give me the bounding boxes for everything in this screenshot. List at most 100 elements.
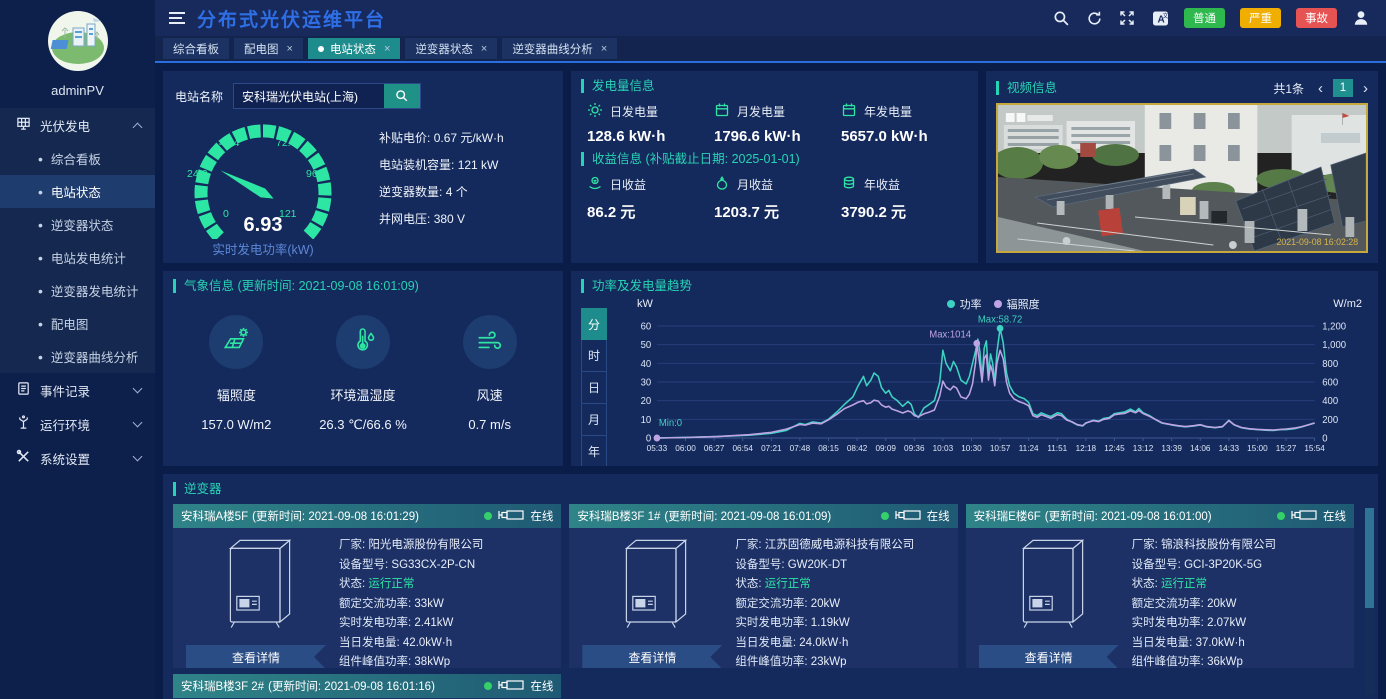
sidebar: adminPV 光伏发电 • 综合看板 • 电站状态 • 逆变器状态 • 电站发电统计 … (0, 0, 155, 699)
yearly-income: 年收益 3790.2 元 (841, 175, 968, 222)
legend-label[interactable]: 辐照度 (1007, 296, 1040, 312)
station-search-button[interactable] (384, 84, 421, 108)
svg-text:12:18: 12:18 (1076, 443, 1097, 453)
field-realtime: 实时发电功率: 2.07kW (1131, 617, 1247, 629)
range-tabs: 分 时 日 月 年 (581, 308, 607, 466)
thermometer-icon (348, 326, 378, 359)
svg-text:14:06: 14:06 (1190, 443, 1211, 453)
active-dot-icon (317, 45, 324, 52)
svg-text:600: 600 (1322, 377, 1338, 388)
alarm-badge-serious[interactable]: 严重 (1240, 8, 1281, 28)
video-frame[interactable]: 2021-09-08 16:02:28 (996, 103, 1368, 253)
close-icon[interactable]: × (287, 43, 293, 55)
chevron-down-icon (132, 383, 143, 394)
online-dot-icon (880, 512, 889, 520)
field-rated: 额定交流功率: 20kW (735, 597, 841, 610)
tab-distribution-diagram[interactable]: 配电图 × (234, 38, 303, 59)
app-root: adminPV 光伏发电 • 综合看板 • 电站状态 • 逆变器状态 • 电站发电统计 … (0, 0, 1386, 699)
tab-inverter-curve[interactable]: 逆变器曲线分析 × (502, 38, 618, 59)
sidebar-item-station-stats[interactable]: • 电站发电统计 (0, 241, 155, 274)
generation-title: 发电量信息 (581, 79, 968, 93)
svg-text:15:54: 15:54 (1304, 443, 1325, 453)
page-number[interactable]: 1 (1333, 79, 1353, 97)
sidebar-item-inverter-status[interactable]: • 逆变器状态 (0, 208, 155, 241)
svg-text:08:15: 08:15 (818, 443, 839, 453)
video-title: 视频信息 (996, 81, 1057, 95)
svg-text:11:51: 11:51 (1047, 443, 1067, 453)
app-logo (47, 10, 109, 75)
weather-title: 气象信息 (更新时间: 2021-09-08 16:01:09) (173, 279, 553, 293)
translate-icon[interactable]: A文 (1151, 9, 1169, 27)
svg-text:Max:1014: Max:1014 (929, 329, 971, 340)
station-search-label: 电站名称 (175, 89, 224, 104)
close-icon[interactable]: × (384, 43, 390, 55)
refresh-icon[interactable] (1085, 9, 1103, 27)
svg-text:Min:0: Min:0 (659, 418, 683, 429)
view-details-button[interactable]: 查看详情 (186, 645, 326, 668)
alarm-badge-normal[interactable]: 普通 (1184, 8, 1225, 28)
fullscreen-icon[interactable] (1118, 9, 1136, 27)
tab-station-status[interactable]: 电站状态 × (307, 38, 401, 59)
gauge-tick: 48.4 (219, 137, 240, 149)
gauge-caption: 实时发电功率(kW) (212, 243, 314, 257)
field-realtime: 实时发电功率: 2.41kW (339, 617, 454, 629)
prev-icon[interactable]: ‹ (1318, 81, 1323, 96)
view-details-button[interactable]: 查看详情 (582, 645, 722, 668)
svg-text:10:57: 10:57 (990, 443, 1011, 453)
inverter-name: 安科瑞B楼3F 2# (181, 681, 265, 693)
svg-text:10: 10 (641, 415, 652, 426)
inverter-scrollbar[interactable] (1365, 508, 1374, 695)
search-icon[interactable] (1052, 9, 1070, 27)
power-legend-dot (946, 300, 955, 308)
range-tab-year[interactable]: 年 (581, 436, 607, 466)
range-tab-day[interactable]: 日 (581, 372, 607, 404)
svg-text:15:00: 15:00 (1247, 443, 1268, 453)
daily-generation: 日发电量 128.6 kW·h (587, 102, 714, 145)
field-state: 状态: 运行正常 (735, 578, 811, 590)
coin-hand-icon (587, 175, 603, 194)
alarm-badge-accident[interactable]: 事故 (1296, 8, 1337, 28)
user-icon[interactable] (1352, 9, 1370, 27)
trend-title: 功率及发电量趋势 (581, 279, 1368, 293)
next-icon[interactable]: › (1363, 81, 1368, 96)
range-tab-month[interactable]: 月 (581, 404, 607, 436)
menu-toggle-icon[interactable] (169, 12, 185, 24)
legend-label[interactable]: 功率 (960, 296, 982, 312)
inverter-name: 安科瑞A楼5F (181, 511, 249, 523)
sidebar-item-event-records[interactable]: 事件记录 (0, 373, 155, 407)
svg-text:Max:58.72: Max:58.72 (978, 314, 1022, 325)
sidebar-item-environment[interactable]: 运行环境 (0, 407, 155, 441)
range-tab-hour[interactable]: 时 (581, 340, 607, 372)
tab-dashboard[interactable]: 综合看板 (163, 38, 229, 59)
sidebar-item-dashboard[interactable]: • 综合看板 (0, 142, 155, 175)
svg-text:05:33: 05:33 (647, 443, 668, 453)
field-rated: 额定交流功率: 20kW (1131, 597, 1237, 610)
sidebar-item-pv-generation[interactable]: 光伏发电 (0, 108, 155, 142)
close-icon[interactable]: × (601, 43, 607, 55)
sidebar-item-station-status[interactable]: • 电站状态 (0, 175, 155, 208)
video-panel: 视频信息 共1条 ‹ 1 › 2021-09-08 16:02:28 (986, 71, 1378, 263)
tab-inverter-status[interactable]: 逆变器状态 × (405, 38, 498, 59)
svg-text:30: 30 (641, 377, 652, 388)
scrollbar-thumb[interactable] (1365, 508, 1374, 608)
sidebar-item-inverter-curve[interactable]: • 逆变器曲线分析 (0, 340, 155, 373)
view-details-button[interactable]: 查看详情 (979, 645, 1119, 668)
sidebar-group-label: 系统设置 (40, 452, 91, 467)
sidebar-item-distribution-diagram[interactable]: • 配电图 (0, 307, 155, 340)
online-dot-icon (484, 512, 493, 520)
station-search-input[interactable] (234, 84, 385, 108)
clipboard-icon (16, 381, 31, 399)
sidebar-item-inverter-stats[interactable]: • 逆变器发电统计 (0, 274, 155, 307)
gauge-tick: 96.8 (306, 168, 327, 180)
bullet-icon: • (38, 249, 43, 266)
svg-text:06:27: 06:27 (704, 443, 725, 453)
close-icon[interactable]: × (481, 43, 487, 55)
inverter-plug-icon (498, 509, 524, 524)
monthly-generation: 月发电量 1796.6 kW·h (714, 102, 841, 145)
online-dot-icon (1277, 512, 1285, 520)
irradiance-legend-dot (993, 300, 1002, 308)
page-title: 分布式光伏运维平台 (197, 9, 387, 31)
field-vendor: 厂家: 江苏固德威电源科技有限公司 (735, 539, 915, 551)
range-tab-minute[interactable]: 分 (581, 308, 607, 340)
sidebar-item-system-settings[interactable]: 系统设置 (0, 441, 155, 475)
